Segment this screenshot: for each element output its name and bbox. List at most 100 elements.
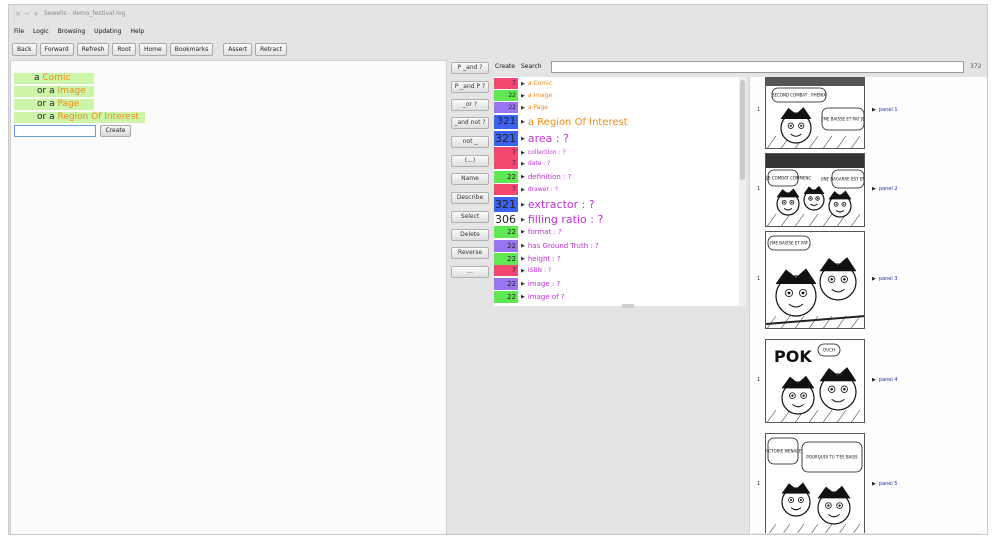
forward-button[interactable]: Forward [39, 42, 74, 56]
panel-link[interactable]: ▶ panel 5 [872, 481, 898, 487]
property-label[interactable]: filling ratio : ? [528, 213, 603, 226]
property-row[interactable]: 7 ▶ a Comic [494, 78, 552, 89]
query-row[interactable]: or a Region Of Interest [14, 112, 145, 123]
op-and-button[interactable]: P _and ? [451, 62, 489, 74]
scroll-thumb[interactable] [740, 80, 745, 180]
property-label[interactable]: a Page [528, 104, 548, 111]
menu-logic[interactable]: Logic [33, 28, 49, 35]
expand-triangle-icon[interactable]: ▶ [521, 187, 525, 193]
panel-link[interactable]: ▶ panel 4 [872, 377, 898, 383]
menu-help[interactable]: Help [131, 28, 145, 35]
op-and-not-button[interactable]: _and not ? [451, 117, 489, 129]
op-name-button[interactable]: Name [451, 173, 489, 185]
op-describe-button[interactable]: Describe [451, 192, 489, 204]
property-label[interactable]: image of ? [528, 293, 565, 301]
panel-label[interactable]: panel 4 [879, 377, 898, 383]
panel-thumbnail[interactable]: J'ME BAISSE ET PAF [765, 231, 865, 329]
property-row[interactable]: 22 ▶ format : ? [494, 226, 562, 238]
expand-triangle-icon[interactable]: ▶ [521, 136, 525, 142]
expand-triangle-icon[interactable]: ▶ [521, 256, 525, 262]
op-or-button[interactable]: _or ? [451, 99, 489, 111]
expand-triangle-icon[interactable]: ▶ [521, 161, 525, 167]
expand-triangle-icon[interactable]: ▶ [872, 481, 876, 487]
expand-triangle-icon[interactable]: ▶ [521, 174, 525, 180]
property-label[interactable]: a Comic [528, 80, 552, 87]
expand-triangle-icon[interactable]: ▶ [872, 186, 876, 192]
create-mode-label[interactable]: Create [495, 63, 515, 70]
panel-label[interactable]: panel 2 [879, 186, 898, 192]
op-and-p-button[interactable]: P _and P ? [451, 81, 489, 93]
property-label[interactable]: definition : ? [528, 173, 571, 181]
property-label[interactable]: a Region Of Interest [528, 117, 628, 128]
property-row[interactable]: 22 ▶ image : ? [494, 278, 560, 290]
bookmarks-button[interactable]: Bookmarks [169, 42, 214, 56]
scroll-thumb[interactable] [755, 534, 941, 535]
property-row[interactable]: 22 ▶ height : ? [494, 253, 561, 265]
assert-button[interactable]: Assert [223, 42, 253, 56]
root-button[interactable]: Root [112, 42, 136, 56]
expand-triangle-icon[interactable]: ▶ [521, 294, 525, 300]
property-row[interactable]: 7 ▶ ISBN : ? [494, 265, 551, 276]
panel-thumbnail[interactable]: VICTOIRE MENACE POURQUOI TU T'ES BAISS [765, 433, 865, 534]
query-class[interactable]: Region Of Interest [57, 112, 138, 122]
op-reverse-button[interactable]: Reverse [451, 247, 489, 259]
query-row[interactable]: or a Image [14, 86, 94, 97]
property-label[interactable]: date : ? [528, 160, 551, 167]
expand-triangle-icon[interactable]: ▶ [521, 202, 525, 208]
panel-item[interactable]: 1 VOIR LE COMBAT COMMENC UNE BAGARRE EST E… [750, 153, 900, 227]
property-label[interactable]: area : ? [528, 132, 569, 145]
query-class[interactable]: Image [57, 86, 85, 96]
property-label[interactable]: extractor : ? [528, 198, 595, 211]
create-button[interactable]: Create [100, 125, 131, 137]
search-input[interactable] [551, 61, 964, 73]
op-not-button[interactable]: not _ [451, 136, 489, 148]
property-row[interactable]: 22 ▶ a Page [494, 102, 548, 113]
expand-triangle-icon[interactable]: ▶ [521, 217, 525, 223]
minimize-window-icon[interactable]: − [24, 10, 30, 18]
expand-triangle-icon[interactable]: ▶ [872, 107, 876, 113]
back-button[interactable]: Back [12, 42, 37, 56]
home-button[interactable]: Home [138, 42, 167, 56]
property-label[interactable]: a Image [528, 92, 552, 99]
retract-button[interactable]: Retract [255, 42, 287, 56]
expand-triangle-icon[interactable]: ▶ [521, 119, 525, 125]
property-row[interactable]: 22 ▶ definition : ? [494, 171, 571, 183]
expand-triangle-icon[interactable]: ▶ [521, 150, 525, 156]
property-label[interactable]: format : ? [528, 228, 562, 236]
expand-triangle-icon[interactable]: ▶ [521, 229, 525, 235]
panel-item[interactable]: 1 VICTOIRE MENACE POURQUOI TU T'ES BAISS ▶ p… [750, 433, 900, 534]
close-window-icon[interactable]: × [15, 10, 21, 18]
query-class[interactable]: Comic [42, 73, 70, 83]
expand-triangle-icon[interactable]: ▶ [521, 268, 525, 274]
expand-triangle-icon[interactable]: ▶ [521, 105, 525, 111]
panel-link[interactable]: ▶ panel 3 [872, 276, 898, 282]
property-row[interactable]: 7 ▶ collection : ? [494, 147, 566, 158]
panel-label[interactable]: panel 3 [879, 276, 898, 282]
query-class[interactable]: Page [57, 99, 79, 109]
property-row[interactable]: 321 ▶ extractor : ? [494, 197, 595, 212]
op-group-button[interactable]: (...) [451, 155, 489, 167]
panel-item[interactable]: 1 POK OUCH ▶ panel 4 [750, 339, 900, 423]
panel-link[interactable]: ▶ panel 2 [872, 186, 898, 192]
panel-thumbnail[interactable]: POK OUCH [765, 339, 865, 423]
expand-triangle-icon[interactable]: ▶ [872, 377, 876, 383]
maximize-window-icon[interactable]: + [33, 10, 39, 18]
expand-triangle-icon[interactable]: ▶ [521, 81, 525, 87]
query-row[interactable]: a Comic [14, 73, 94, 84]
property-row[interactable]: 22 ▶ image of ? [494, 291, 565, 303]
expand-triangle-icon[interactable]: ▶ [872, 276, 876, 282]
expand-triangle-icon[interactable]: ▶ [521, 281, 525, 287]
property-list-scrollbar[interactable] [739, 77, 746, 306]
property-row[interactable]: 22 ▶ has Ground Truth : ? [494, 240, 599, 252]
panel-item[interactable]: 1 J'ME BAISSE ET PAF ▶ panel 3 [750, 231, 900, 329]
menu-browsing[interactable]: Browsing [58, 28, 85, 35]
property-label[interactable]: has Ground Truth : ? [528, 242, 599, 250]
expand-triangle-icon[interactable]: ▶ [521, 243, 525, 249]
query-row[interactable]: or a Page [14, 99, 94, 110]
create-input[interactable] [14, 125, 96, 137]
panel-item[interactable]: 1 SECOND COMBAT : PHENIX J'ME BAISSE ET PA… [750, 77, 900, 149]
menu-file[interactable]: File [14, 28, 24, 35]
property-row[interactable]: 7 ▶ date : ? [494, 158, 550, 169]
op-more-button[interactable]: ... [451, 266, 489, 278]
panel-thumbnail[interactable]: SECOND COMBAT : PHENIX J'ME BAISSE ET PAF… [765, 77, 865, 149]
